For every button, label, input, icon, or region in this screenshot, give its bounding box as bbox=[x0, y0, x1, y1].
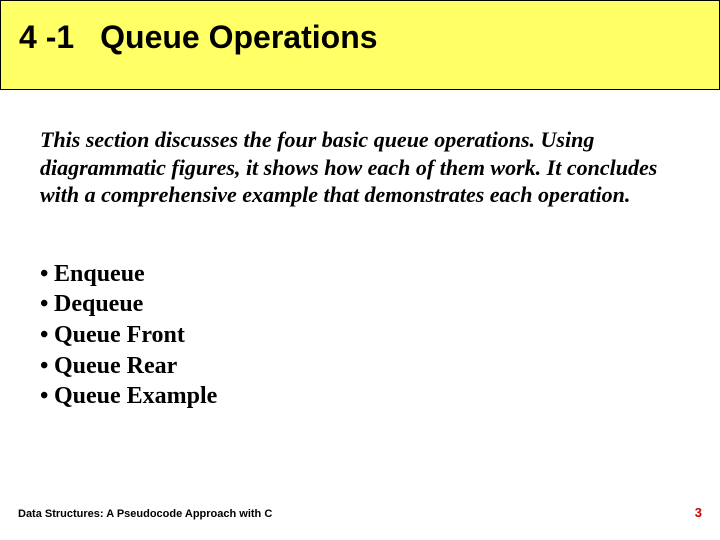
list-item: •Dequeue bbox=[40, 289, 720, 320]
bullet-icon: • bbox=[40, 381, 54, 412]
slide-footer: Data Structures: A Pseudocode Approach w… bbox=[18, 505, 702, 520]
list-item: •Queue Rear bbox=[40, 351, 720, 382]
bullet-icon: • bbox=[40, 351, 54, 382]
bullet-list: •Enqueue •Dequeue •Queue Front •Queue Re… bbox=[40, 259, 720, 413]
section-intro: This section discusses the four basic qu… bbox=[40, 126, 680, 209]
bullet-icon: • bbox=[40, 320, 54, 351]
list-item: •Enqueue bbox=[40, 259, 720, 290]
list-item: •Queue Front bbox=[40, 320, 720, 351]
footer-book-title: Data Structures: A Pseudocode Approach w… bbox=[18, 508, 272, 520]
section-number: 4 -1 bbox=[19, 19, 74, 56]
footer-page-number: 3 bbox=[695, 505, 702, 520]
list-item-label: Queue Rear bbox=[54, 353, 177, 379]
list-item-label: Queue Front bbox=[54, 322, 185, 348]
bullet-icon: • bbox=[40, 259, 54, 290]
list-item-label: Enqueue bbox=[54, 261, 145, 287]
list-item: •Queue Example bbox=[40, 381, 720, 412]
list-item-label: Queue Example bbox=[54, 383, 217, 409]
title-bar: 4 -1 Queue Operations bbox=[0, 0, 720, 90]
bullet-icon: • bbox=[40, 289, 54, 320]
list-item-label: Dequeue bbox=[54, 291, 143, 317]
section-title: Queue Operations bbox=[100, 19, 377, 56]
